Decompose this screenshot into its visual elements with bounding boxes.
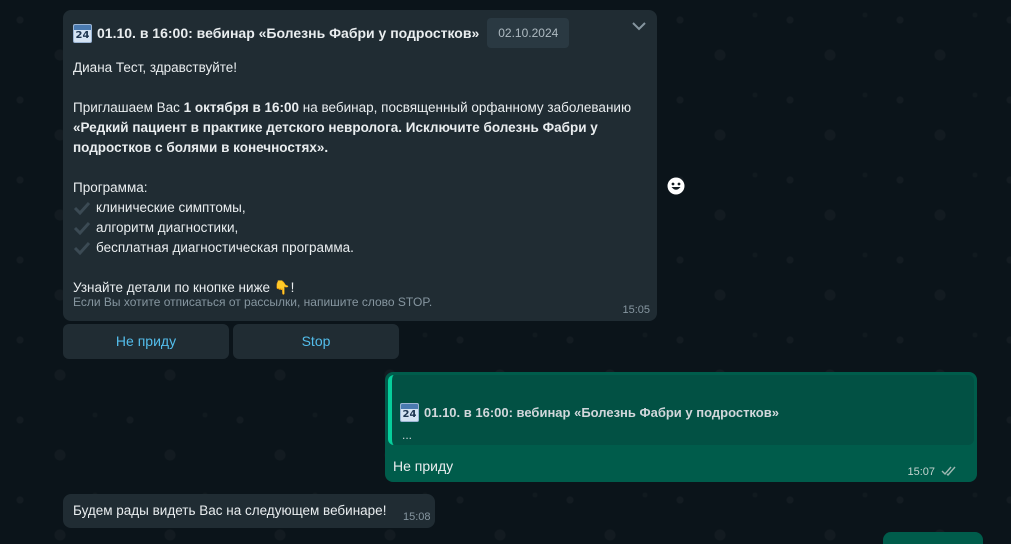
message-time: 15:05 — [622, 304, 650, 316]
quick-reply-stop-button[interactable]: Stop — [233, 324, 399, 359]
check-icon — [73, 241, 91, 255]
chevron-down-icon[interactable] — [631, 18, 647, 34]
program-item: бесплатная диагностическая программа. — [73, 238, 643, 258]
message-body: Диана Тест, здравствуйте! Приглашаем Вас… — [73, 58, 643, 298]
message-title: 01.10. в 16:00: вебинар «Болезнь Фабри у… — [97, 25, 480, 41]
incoming-message-bubble: 24 01.10. в 16:00: вебинар «Болезнь Фабр… — [63, 10, 657, 321]
outgoing-message-bubble: 24 01.10. в 16:00: вебинар «Болезнь Фабр… — [385, 372, 977, 482]
message-time: 15:07 — [907, 466, 935, 478]
outgoing-text: Не приду — [393, 458, 454, 474]
date-badge: 02.10.2024 — [487, 18, 570, 48]
quick-reply-decline-button[interactable]: Не приду — [63, 324, 229, 359]
calendar-icon: 24 — [73, 23, 92, 43]
emoji-reaction-icon[interactable] — [667, 177, 685, 195]
quoted-title: 01.10. в 16:00: вебинар «Болезнь Фабри у… — [424, 405, 779, 420]
check-icon — [73, 221, 91, 235]
unsubscribe-note: Если Вы хотите отписаться от рассылки, н… — [73, 295, 433, 309]
greeting-text: Диана Тест, здравствуйте! — [73, 60, 238, 75]
double-check-icon — [941, 466, 956, 476]
calendar-icon: 24 — [400, 403, 419, 422]
incoming-message-bubble-2: Будем рады видеть Вас на следующем вебин… — [63, 494, 435, 528]
outgoing-message-bubble-partial — [883, 532, 983, 544]
message-header: 24 01.10. в 16:00: вебинар «Болезнь Фабр… — [73, 18, 657, 48]
check-icon — [73, 201, 91, 215]
quoted-ellipsis: ... — [402, 428, 413, 442]
message-time: 15:08 — [403, 511, 431, 523]
program-heading: Программа: — [73, 180, 148, 195]
quoted-message[interactable]: 24 01.10. в 16:00: вебинар «Болезнь Фабр… — [388, 375, 974, 445]
pointing-down-emoji: 👇 — [273, 280, 291, 296]
invite-text: Приглашаем Вас 1 октября в 16:00 на веби… — [73, 100, 632, 155]
incoming-text: Будем рады видеть Вас на следующем вебин… — [73, 503, 387, 518]
program-item: клинические симптомы, — [73, 198, 643, 218]
program-item: алгоритм диагностики, — [73, 218, 643, 238]
